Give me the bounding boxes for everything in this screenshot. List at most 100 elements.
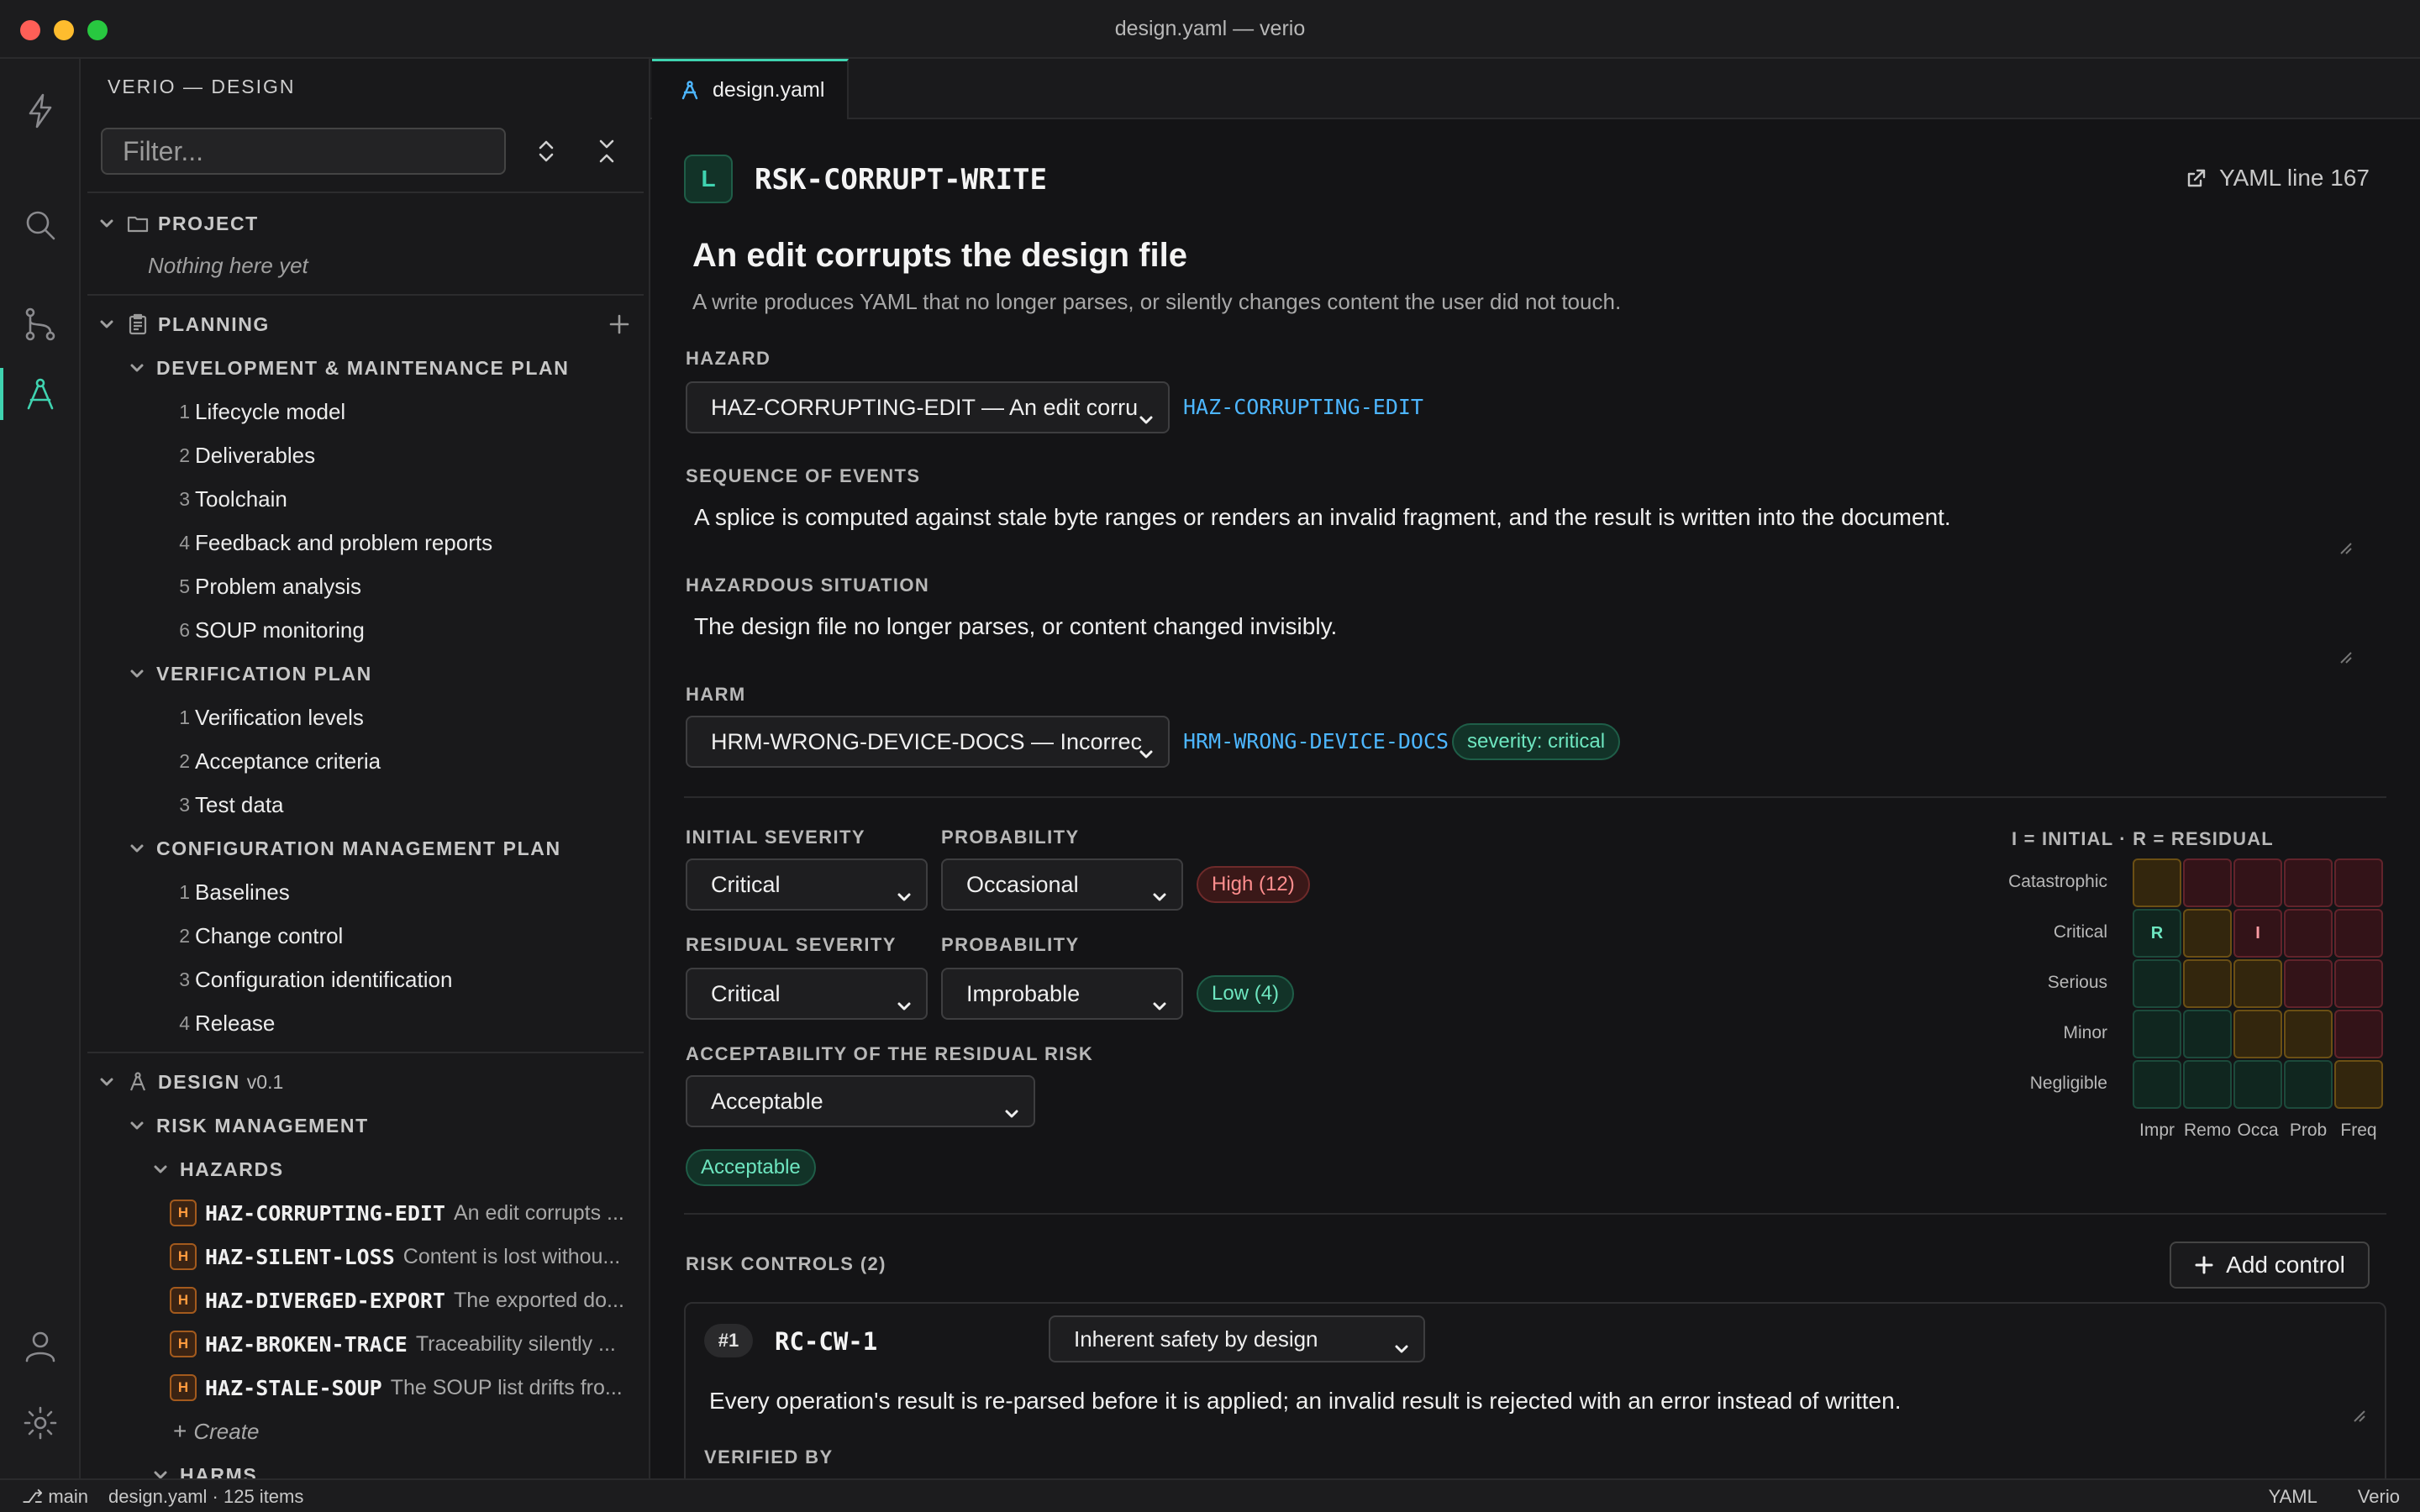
sequence-text: A splice is computed against stale byte … [694, 504, 1951, 530]
residual-severity-select[interactable]: Critical [686, 968, 928, 1020]
matrix-cell [2233, 1010, 2282, 1058]
item-number: 3 [179, 793, 190, 816]
chevron-down-icon [151, 1160, 170, 1179]
tree-item[interactable]: 5 Problem analysis [81, 567, 649, 606]
chevron-down-icon [97, 315, 116, 333]
group-risk-management[interactable]: RISK MANAGEMENT [81, 1106, 649, 1145]
tree-item[interactable]: 3 Toolchain [81, 480, 649, 518]
hazard-item[interactable]: H HAZ-SILENT-LOSS Content is lost withou..… [81, 1237, 649, 1276]
section-project[interactable]: PROJECT [81, 204, 649, 243]
add-control-button[interactable]: Add control [2170, 1242, 2370, 1289]
bolt-icon[interactable] [20, 91, 60, 131]
group-harms[interactable]: HARMS [81, 1456, 649, 1478]
source-control-icon[interactable] [20, 304, 60, 344]
item-number: 6 [179, 618, 190, 641]
design-compass-icon[interactable] [20, 375, 60, 415]
hazard-ref-link[interactable]: HAZ-CORRUPTING-EDIT [1183, 395, 1423, 419]
section-design-label: DESIGN [158, 1070, 240, 1093]
hazard-id: HAZ-STALE-SOUP [205, 1375, 382, 1400]
hazard-desc: Traceability silently ... [415, 1331, 616, 1356]
residual-severity-value: Critical [711, 981, 781, 1006]
branch-name[interactable]: main [48, 1486, 88, 1508]
add-planning-button[interactable] [607, 312, 632, 337]
sequence-textarea[interactable]: A splice is computed against stale byte … [684, 494, 2356, 554]
hazard-item[interactable]: H HAZ-CORRUPTING-EDIT An edit corrupts ... [81, 1194, 649, 1232]
acceptability-select[interactable]: Acceptable [686, 1075, 1035, 1127]
hazard-id: HAZ-DIVERGED-EXPORT [205, 1288, 445, 1313]
tree-item[interactable]: 4 Release [81, 1004, 649, 1042]
hazard-desc: The SOUP list drifts fro... [390, 1375, 623, 1399]
tree-item[interactable]: 1 Lifecycle model [81, 392, 649, 431]
settings-icon[interactable] [20, 1403, 60, 1443]
hazard-item[interactable]: H HAZ-BROKEN-TRACE Traceability silently .… [81, 1325, 649, 1363]
section-divider [684, 796, 2386, 798]
item-number: 3 [179, 487, 190, 510]
external-link-icon [2187, 169, 2206, 187]
group-hazards[interactable]: HAZARDS [81, 1150, 649, 1189]
group-verification-plan[interactable]: VERIFICATION PLAN [81, 654, 649, 693]
tab-label: design.yaml [713, 78, 825, 102]
risk-controls-label: RISK CONTROLS (2) [686, 1253, 886, 1274]
tree-item[interactable]: 2 Acceptance criteria [81, 742, 649, 780]
tree-item[interactable]: 1 Baselines [81, 873, 649, 911]
risk-title[interactable]: An edit corrupts the design file [692, 237, 1187, 275]
hazardous-situation-textarea[interactable]: The design file no longer parses, or con… [684, 603, 2356, 664]
hazardous-situation-text: The design file no longer parses, or con… [694, 613, 1338, 639]
tree-item[interactable]: 6 SOUP monitoring [81, 611, 649, 649]
hazard-item[interactable]: H HAZ-STALE-SOUP The SOUP list drifts fro.… [81, 1368, 649, 1407]
create-hazard-button[interactable]: + Create [81, 1412, 649, 1451]
control-description[interactable]: Every operation's result is re-parsed be… [709, 1388, 1901, 1415]
item-label: Change control [195, 922, 344, 948]
title-bar: design.yaml — verio [0, 0, 2420, 59]
hazard-select[interactable]: HAZ-CORRUPTING-EDIT — An edit corru [686, 381, 1170, 433]
chevron-down-icon [1392, 1330, 1412, 1353]
design-compass-icon [126, 1070, 150, 1094]
matrix-cell [2334, 858, 2383, 907]
project-empty: Nothing here yet [81, 246, 649, 285]
harm-select[interactable]: HRM-WRONG-DEVICE-DOCS — Incorrec [686, 716, 1170, 768]
tree-item[interactable]: 1 Verification levels [81, 698, 649, 737]
residual-probability-label: PROBABILITY [941, 934, 1080, 955]
account-icon[interactable] [20, 1326, 60, 1366]
matrix-residual-marker: R [2133, 909, 2181, 958]
resize-grip-icon[interactable] [2338, 534, 2353, 554]
section-planning[interactable]: PLANNING [81, 305, 649, 344]
harm-ref-link[interactable]: HRM-WRONG-DEVICE-DOCS [1183, 729, 1449, 753]
initial-probability-select[interactable]: Occasional [941, 858, 1183, 911]
residual-probability-select[interactable]: Improbable [941, 968, 1183, 1020]
active-indicator [0, 368, 3, 420]
initial-severity-select[interactable]: Critical [686, 858, 928, 911]
hazard-item[interactable]: H HAZ-DIVERGED-EXPORT The exported do... [81, 1281, 649, 1320]
create-label: Create [193, 1418, 260, 1444]
resize-grip-icon[interactable] [2338, 643, 2353, 664]
hazard-id: HAZ-BROKEN-TRACE [205, 1331, 408, 1357]
design-version: v0.1 [246, 1070, 284, 1093]
group-label: DEVELOPMENT & MAINTENANCE PLAN [156, 356, 570, 379]
language-mode[interactable]: YAML [2269, 1486, 2317, 1508]
group-label: VERIFICATION PLAN [156, 662, 372, 685]
section-design[interactable]: DESIGN v0.1 [81, 1063, 649, 1101]
tab-design-yaml[interactable]: design.yaml [652, 59, 849, 119]
group-config-mgmt-plan[interactable]: CONFIGURATION MANAGEMENT PLAN [81, 829, 649, 868]
group-label: RISK MANAGEMENT [156, 1114, 369, 1137]
risk-subtitle[interactable]: A write produces YAML that no longer par… [692, 289, 1621, 315]
group-dev-maint-plan[interactable]: DEVELOPMENT & MAINTENANCE PLAN [81, 349, 649, 387]
matrix-col-label: Prob [2289, 1121, 2328, 1140]
tree-item[interactable]: 3 Test data [81, 785, 649, 824]
tree-item[interactable]: 3 Configuration identification [81, 960, 649, 999]
control-type-select[interactable]: Inherent safety by design [1049, 1315, 1425, 1362]
expand-all-button[interactable] [531, 136, 561, 166]
matrix-col-label: Impr [2139, 1121, 2175, 1140]
tree-item[interactable]: 4 Feedback and problem reports [81, 523, 649, 562]
hazard-id: HAZ-SILENT-LOSS [205, 1244, 395, 1269]
item-number: 1 [179, 880, 190, 903]
filter-input[interactable]: Filter... [101, 128, 506, 175]
search-icon[interactable] [20, 205, 60, 245]
collapse-all-button[interactable] [592, 136, 622, 166]
sidebar-title: VERIO — DESIGN [108, 76, 296, 97]
yaml-line-link[interactable]: YAML line 167 [2186, 165, 2370, 192]
tree-item[interactable]: 2 Deliverables [81, 436, 649, 475]
matrix-legend: I = INITIAL · R = RESIDUAL [2012, 828, 2274, 849]
resize-grip-icon[interactable] [2351, 1408, 2366, 1423]
tree-item[interactable]: 2 Change control [81, 916, 649, 955]
